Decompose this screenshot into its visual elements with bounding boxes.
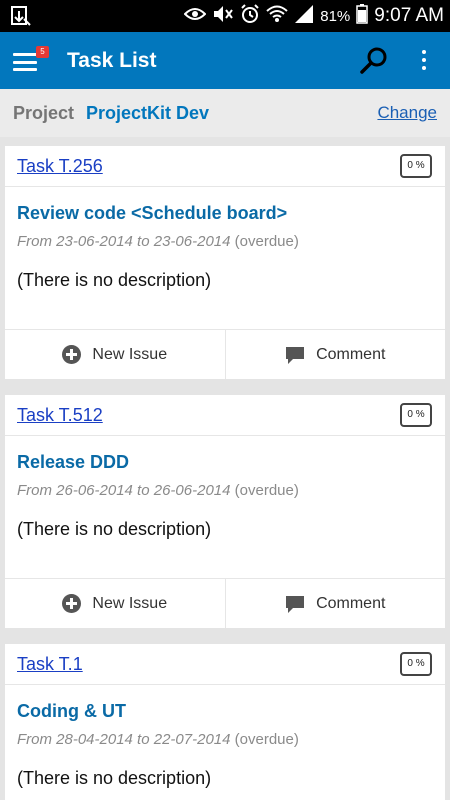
new-issue-label: New Issue — [92, 345, 168, 363]
task-title: Release DDD — [17, 452, 130, 472]
task-id-link[interactable]: Task T.256 — [17, 146, 103, 186]
new-issue-button[interactable]: New Issue — [5, 579, 225, 628]
comment-button[interactable]: Comment — [224, 330, 446, 379]
comment-label: Comment — [316, 594, 386, 612]
task-title: Review code <Schedule board> — [17, 203, 288, 223]
task-actions: New Issue Comment — [5, 329, 445, 379]
task-card: Task T.256 0 % Review code <Schedule boa… — [5, 146, 445, 379]
task-card-header: Task T.256 0 % — [5, 146, 445, 187]
task-date-range: From 23-06-2014 to 23-06-2014 — [17, 233, 231, 250]
overflow-menu-button[interactable] — [414, 46, 434, 76]
change-project-link[interactable]: Change — [377, 89, 437, 137]
search-icon — [360, 47, 387, 74]
progress-badge: 0 % — [400, 154, 432, 178]
task-id-link[interactable]: Task T.512 — [17, 395, 103, 435]
project-name: ProjectKit Dev — [86, 103, 210, 123]
comment-icon — [286, 595, 305, 613]
task-dates: From 26-06-2014 to 26-06-2014 (overdue) — [17, 482, 299, 499]
comment-label: Comment — [316, 345, 386, 363]
status-bar: 81% 9:07 AM — [0, 0, 450, 32]
clock: 9:07 AM — [374, 5, 444, 26]
task-date-range: From 26-06-2014 to 26-06-2014 — [17, 482, 231, 499]
project-bar: Project ProjectKit Dev Change — [0, 89, 450, 137]
task-card: Task T.1 0 % Coding & UT From 28-04-2014… — [5, 644, 445, 800]
task-id-link[interactable]: Task T.1 — [17, 644, 83, 684]
comment-icon — [286, 346, 305, 364]
search-button[interactable] — [358, 45, 390, 77]
new-issue-label: New Issue — [92, 594, 168, 612]
task-card: Task T.512 0 % Release DDD From 26-06-20… — [5, 395, 445, 628]
overflow-icon — [414, 50, 434, 70]
alarm-icon — [240, 3, 260, 29]
menu-icon — [13, 53, 37, 71]
battery-percent: 81% — [320, 7, 351, 25]
task-status: (overdue) — [234, 482, 299, 499]
battery-icon — [356, 3, 369, 29]
progress-badge: 0 % — [400, 652, 432, 676]
progress-badge: 0 % — [400, 403, 432, 427]
page-title: Task List — [67, 49, 157, 72]
task-card-header: Task T.1 0 % — [5, 644, 445, 685]
action-bar: 5 Task List — [0, 32, 450, 89]
add-circle-icon — [62, 594, 82, 613]
task-description: (There is no description) — [17, 270, 212, 290]
signal-icon — [294, 4, 314, 29]
task-card-header: Task T.512 0 % — [5, 395, 445, 436]
task-dates: From 28-04-2014 to 22-07-2014 (overdue) — [17, 731, 299, 748]
task-description: (There is no description) — [17, 768, 212, 788]
notification-badge: 5 — [36, 46, 49, 58]
task-status: (overdue) — [234, 731, 299, 748]
mute-icon — [212, 4, 234, 29]
task-actions: New Issue Comment — [5, 578, 445, 628]
task-title: Coding & UT — [17, 701, 126, 721]
task-dates: From 23-06-2014 to 23-06-2014 (overdue) — [17, 233, 299, 250]
add-circle-icon — [62, 345, 82, 364]
task-description: (There is no description) — [17, 519, 212, 539]
comment-button[interactable]: Comment — [224, 579, 446, 628]
new-issue-button[interactable]: New Issue — [5, 330, 225, 379]
wifi-icon — [266, 5, 288, 28]
task-status: (overdue) — [234, 233, 299, 250]
project-label: Project — [13, 103, 75, 123]
download-icon — [10, 5, 32, 32]
task-date-range: From 28-04-2014 to 22-07-2014 — [17, 731, 231, 748]
eye-icon — [183, 6, 207, 27]
menu-button[interactable]: 5 — [10, 42, 50, 80]
